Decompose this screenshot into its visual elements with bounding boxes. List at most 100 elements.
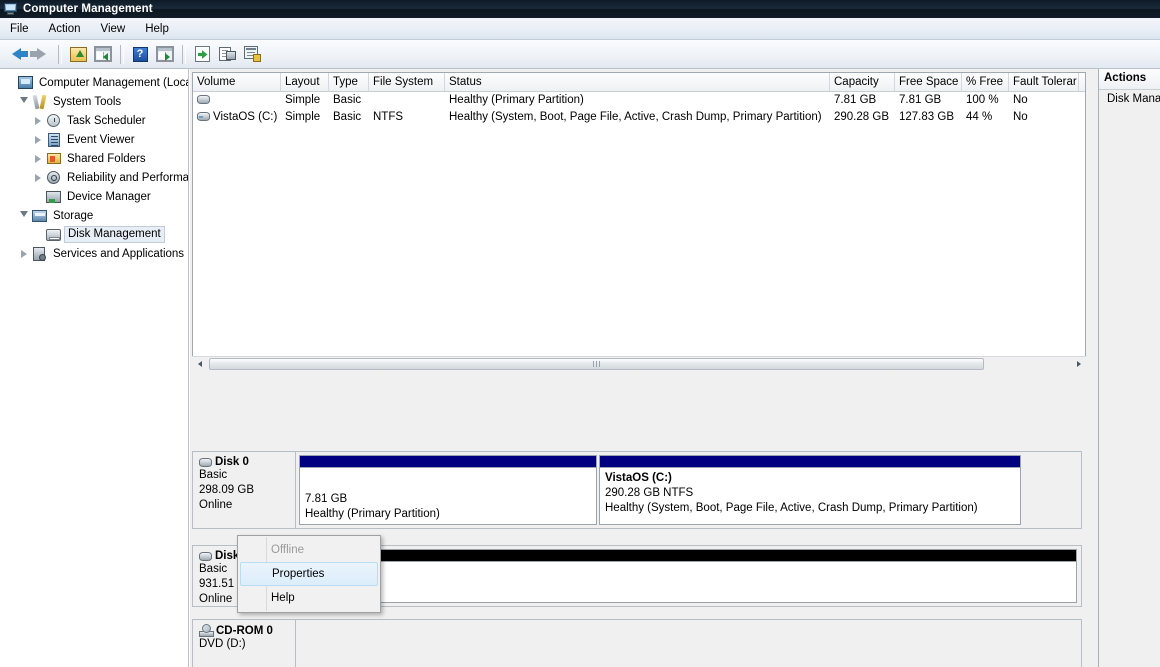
console-tree-pane[interactable]: Computer Management (Local System Tools Ta… <box>0 69 189 667</box>
partition-color-bar <box>300 550 1076 562</box>
sidebar-item-label: Shared Folders <box>67 152 146 165</box>
disk-management-icon <box>45 227 63 243</box>
disk-icon <box>199 551 212 561</box>
chevron-right-icon[interactable] <box>30 111 45 130</box>
chevron-right-icon[interactable] <box>30 168 45 187</box>
volume-list-hscrollbar[interactable] <box>192 356 1086 372</box>
sidebar-item-system-tools[interactable]: System Tools <box>2 92 188 111</box>
up-one-level-button[interactable] <box>66 43 90 66</box>
disk-header-cd-rom-0[interactable]: CD-ROM 0DVD (D:)No Media <box>192 619 296 667</box>
partition-size: 7.81 GB <box>305 493 348 505</box>
sidebar-item-label: Task Scheduler <box>67 114 146 127</box>
chevron-right-icon[interactable] <box>30 130 45 149</box>
partition-size: 931.51 GB <box>305 586 1071 601</box>
partition-block[interactable]: VistaOS (C:) 290.28 GB NTFS Healthy (Syste… <box>599 455 1021 525</box>
chevron-down-icon[interactable] <box>16 92 31 111</box>
sidebar-item-label: System Tools <box>53 95 122 108</box>
table-row[interactable]: Simple Basic Healthy (Primary Partition) 7.… <box>193 92 1085 109</box>
device-manager-icon <box>45 189 63 205</box>
menu-file[interactable]: File <box>0 21 39 37</box>
sidebar-item-device-manager[interactable]: Device Manager <box>2 187 188 206</box>
column-header-free[interactable]: % Free <box>962 73 1009 91</box>
partition-block[interactable]: 931.51 GBUnallocated <box>299 549 1077 603</box>
partition-strip[interactable] <box>296 619 1082 667</box>
partition-size: 290.28 GB NTFS <box>605 487 694 499</box>
sidebar-item-disk-management[interactable]: Disk Management <box>2 225 188 244</box>
actions-pane: Actions Disk Management <box>1098 69 1160 667</box>
arrow-right-icon <box>29 48 46 60</box>
menu-view[interactable]: View <box>91 21 136 37</box>
shared-folders-icon <box>45 151 63 167</box>
actions-pane-header: Actions <box>1099 69 1160 90</box>
partition-block[interactable]: 7.81 GB Healthy (Primary Partition) <box>299 455 597 525</box>
disk-row[interactable]: Disk 0 Basic 298.09 GB Online 7.81 GB Healthy… <box>192 451 1082 529</box>
partition-strip[interactable]: 931.51 GBUnallocated <box>296 545 1082 607</box>
sidebar-item-reliability-and-performa[interactable]: Reliability and Performa <box>2 168 188 187</box>
sidebar-item-task-scheduler[interactable]: Task Scheduler <box>2 111 188 130</box>
menu-action[interactable]: Action <box>39 21 91 37</box>
volume-list-header[interactable]: Volume Layout Type File System Status Capacit… <box>193 73 1085 92</box>
column-header-fault-tolerar[interactable]: Fault Tolerar <box>1009 73 1079 91</box>
column-header-free-space[interactable]: Free Space <box>895 73 962 91</box>
chevron-right-icon[interactable] <box>30 149 45 168</box>
column-header-capacity[interactable]: Capacity <box>830 73 895 91</box>
rescan-disks-button[interactable] <box>240 43 264 66</box>
help-button[interactable]: ? <box>128 43 152 66</box>
disk-name: CD-ROM 0 <box>216 624 273 637</box>
column-header-layout[interactable]: Layout <box>281 73 329 91</box>
context-menu-item-help[interactable]: Help <box>238 586 380 610</box>
disk-size: 298.09 GB <box>199 484 254 496</box>
disk-state: Online <box>199 499 233 511</box>
show-hide-action-pane-button[interactable] <box>153 43 177 66</box>
show-hide-console-tree-button[interactable] <box>91 43 115 66</box>
partition-strip[interactable]: 7.81 GB Healthy (Primary Partition) VistaO… <box>296 451 1082 529</box>
cell-free_space: 7.81 GB <box>899 94 942 106</box>
disk-kind: DVD (D:) <box>199 638 246 650</box>
forward-button[interactable] <box>29 43 53 66</box>
volume-list[interactable]: Volume Layout Type File System Status Capacit… <box>192 72 1086 371</box>
sidebar-item-computer-management-local[interactable]: Computer Management (Local <box>2 73 188 92</box>
partition-color-bar <box>600 456 1020 468</box>
graphical-disk-view[interactable]: Disk 0 Basic 298.09 GB Online 7.81 GB Healthy… <box>192 375 1160 667</box>
cell-free_space: 127.83 GB <box>899 111 954 123</box>
context-menu[interactable]: Offline Properties Help <box>237 535 381 613</box>
sidebar-item-shared-folders[interactable]: Shared Folders <box>2 149 188 168</box>
chevron-right-icon[interactable] <box>16 244 31 263</box>
sidebar-item-label: Reliability and Performa <box>67 171 189 184</box>
column-header-type[interactable]: Type <box>329 73 369 91</box>
column-header-volume[interactable]: Volume <box>193 73 281 91</box>
partition-status: Healthy (Primary Partition) <box>305 508 440 520</box>
sidebar-item-label: Services and Applications <box>53 247 185 260</box>
refresh-icon <box>194 46 210 62</box>
actions-pane-item-disk-management[interactable]: Disk Management <box>1099 90 1160 108</box>
refresh-button[interactable] <box>190 43 214 66</box>
computer-management-icon <box>17 75 35 91</box>
sidebar-item-services-and-applications[interactable]: Services and Applications <box>2 244 188 263</box>
scrollbar-thumb[interactable] <box>209 357 984 370</box>
disk-header-disk-0[interactable]: Disk 0 Basic 298.09 GB Online <box>192 451 296 529</box>
volume-list-body: Simple Basic Healthy (Primary Partition) 7.… <box>193 92 1085 126</box>
disk-row[interactable]: CD-ROM 0DVD (D:)No Media <box>192 619 1082 667</box>
menu-bar: File Action View Help <box>0 18 1160 40</box>
context-menu-item-offline: Offline <box>271 544 305 556</box>
table-row[interactable]: VistaOS (C:) Simple Basic NTFS Healthy (Syst… <box>193 109 1085 126</box>
scroll-right-icon[interactable] <box>1071 357 1086 372</box>
column-header-file-system[interactable]: File System <box>369 73 445 91</box>
partition-color-bar <box>300 456 596 468</box>
column-header-status[interactable]: Status <box>445 73 830 91</box>
scroll-left-icon[interactable] <box>192 357 207 372</box>
chevron-down-icon[interactable] <box>16 206 31 225</box>
menu-help[interactable]: Help <box>135 21 179 37</box>
scrollbar-track[interactable] <box>207 356 1071 372</box>
cell-status: Healthy (System, Boot, Page File, Active… <box>449 111 822 123</box>
partition-title: VistaOS (C:) <box>605 472 672 484</box>
properties-button[interactable] <box>215 43 239 66</box>
cell-percent_free: 100 % <box>966 94 999 106</box>
toolbar-separator-2 <box>120 44 124 64</box>
sidebar-item-event-viewer[interactable]: Event Viewer <box>2 130 188 149</box>
sidebar-item-label: Device Manager <box>67 190 151 203</box>
back-button[interactable] <box>4 43 28 66</box>
volume-icon <box>197 95 210 105</box>
sidebar-item-storage[interactable]: Storage <box>2 206 188 225</box>
context-menu-item-properties[interactable]: Properties <box>240 562 378 586</box>
